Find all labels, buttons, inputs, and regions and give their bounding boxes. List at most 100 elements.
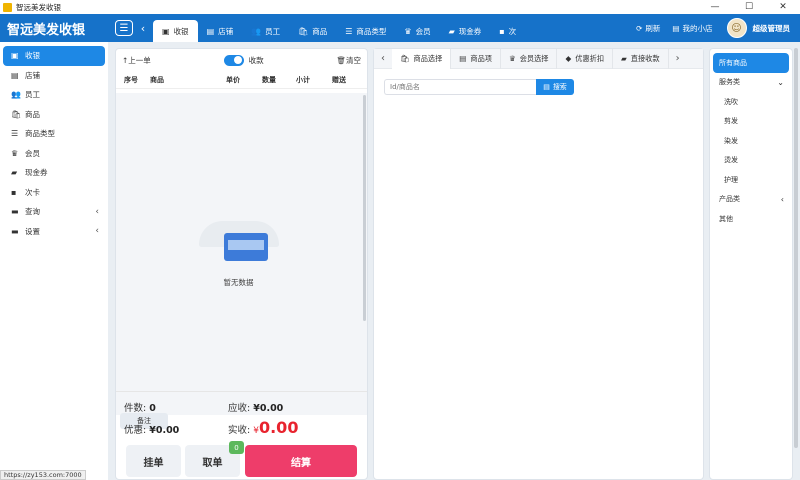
- actual-label: 实收:: [228, 425, 251, 436]
- category-label: 服务类: [719, 78, 740, 87]
- sidebar-item-label: 商品类型: [25, 129, 55, 139]
- hamburger-icon: ☰: [119, 22, 129, 34]
- category-all[interactable]: 所有商品: [713, 53, 789, 73]
- sidebar-item-label: 次卡: [25, 187, 40, 197]
- minimize-button[interactable]: —: [698, 2, 732, 12]
- user-name[interactable]: 超级管理员: [753, 23, 791, 34]
- prev-order-button[interactable]: ↑上一单: [122, 55, 151, 66]
- sidebar-item-label: 商品: [25, 109, 40, 119]
- sidebar-item-staff[interactable]: 👥 员工: [3, 85, 105, 105]
- picker-tabs: ‹ 🛍 商品选择 ▤ 商品项 ♛ 会员选择 ◆ 优惠折扣 ▰ 直接收款 ›: [374, 48, 703, 69]
- sidebar-item-cashier[interactable]: ▣ 收银: [3, 46, 105, 66]
- tab-product-types[interactable]: ☰ 商品类型: [336, 20, 395, 42]
- tab-label: 员工: [265, 26, 281, 36]
- category-label: 产品类: [719, 195, 740, 204]
- close-button[interactable]: ✕: [766, 2, 800, 12]
- tab-store[interactable]: ▤ 店铺: [198, 20, 243, 42]
- ticket-icon: ▰: [621, 54, 627, 63]
- category-group-services[interactable]: 服务类 ⌄: [710, 73, 792, 93]
- prev-order-label: 上一单: [128, 55, 151, 65]
- count-label: 件数:: [124, 403, 147, 414]
- sidebar-item-label: 收银: [25, 51, 40, 61]
- cart-scrollbar[interactable]: [363, 95, 366, 321]
- sidebar-item-products[interactable]: 🛍 商品: [3, 105, 105, 125]
- tab-product-select[interactable]: 🛍 商品选择: [392, 48, 452, 69]
- tag-icon: ◆: [565, 54, 572, 63]
- tab-cashier[interactable]: ▣ 收银: [153, 20, 198, 42]
- tab-staff[interactable]: 👥 员工: [242, 20, 289, 42]
- col-subtotal: 小计: [296, 75, 310, 84]
- category-cut[interactable]: 剪发: [710, 112, 792, 132]
- sidebar-item-coupons[interactable]: ▰ 现金券: [3, 163, 105, 183]
- category-other[interactable]: 其他: [710, 209, 792, 229]
- retrieve-count-badge: 0: [229, 441, 244, 454]
- menu-toggle-button[interactable]: ☰: [115, 20, 133, 36]
- sidebar-item-times-card[interactable]: ▪ 次卡: [3, 183, 105, 203]
- clear-button[interactable]: 🗑 清空: [336, 55, 361, 66]
- refresh-button[interactable]: ⟳ 刷新: [636, 23, 660, 34]
- cart-panel: ↑上一单 收款 🗑 清空 序号 商品 单价 数量 小计 赠送 暂无数据 备注 件数…: [115, 48, 368, 480]
- empty-state: 暂无数据: [116, 213, 361, 288]
- app-icon: [3, 2, 12, 12]
- sidebar: ▣ 收银 ▤ 店铺 👥 员工 🛍 商品 ☰ 商品类型 ♛ 会员 ▰ 现金券 ▪ 次卡 ▬ 查询 ‹ …: [0, 42, 108, 480]
- sidebar-item-store[interactable]: ▤ 店铺: [3, 66, 105, 86]
- tab-direct-payment[interactable]: ▰ 直接收款: [613, 48, 669, 69]
- avatar[interactable]: ☺: [726, 18, 747, 38]
- settings-icon: ▬: [11, 226, 19, 236]
- refresh-label: 刷新: [645, 23, 661, 33]
- tab-members[interactable]: ♛ 会员: [395, 20, 439, 42]
- search-button[interactable]: ▤ 搜索: [536, 79, 574, 95]
- ticket-icon: ▰: [448, 26, 455, 36]
- empty-box-icon: [189, 213, 289, 269]
- tab-product-items[interactable]: ▤ 商品项: [451, 48, 501, 69]
- checkout-button[interactable]: 结算: [245, 445, 357, 477]
- col-price: 单价: [226, 75, 240, 84]
- card-icon: ▪: [499, 26, 505, 36]
- tab-products[interactable]: 🛍 商品: [289, 20, 336, 42]
- refresh-icon: ⟳: [636, 23, 643, 33]
- sidebar-item-members[interactable]: ♛ 会员: [3, 144, 105, 164]
- status-url: https://zy153.com:7000: [0, 470, 86, 480]
- staff-icon: 👥: [11, 90, 21, 100]
- category-perm[interactable]: 烫发: [710, 151, 792, 171]
- store-icon: ▤: [206, 26, 215, 36]
- tab-discount[interactable]: ◆ 优惠折扣: [557, 48, 614, 69]
- sidebar-item-query[interactable]: ▬ 查询 ‹: [3, 202, 105, 222]
- sidebar-item-product-types[interactable]: ☰ 商品类型: [3, 124, 105, 144]
- search-input[interactable]: [384, 79, 536, 95]
- category-dye[interactable]: 染发: [710, 131, 792, 151]
- card-icon: ▪: [11, 187, 17, 197]
- query-icon: ▬: [11, 207, 19, 217]
- crown-icon: ♛: [404, 26, 412, 36]
- maximize-button[interactable]: ☐: [732, 2, 766, 12]
- page-scrollbar[interactable]: [794, 48, 798, 448]
- store-icon: ▤: [11, 70, 19, 80]
- category-group-products[interactable]: 产品类 ‹: [710, 190, 792, 210]
- bag-icon: 🛍: [11, 109, 22, 119]
- tab-coupons[interactable]: ▰ 现金券: [440, 20, 491, 42]
- hold-order-button[interactable]: 挂单: [126, 445, 181, 477]
- chevron-left-icon[interactable]: ‹: [374, 53, 392, 64]
- cashier-icon: ▣: [162, 26, 170, 36]
- tab-label: 商品: [312, 26, 328, 36]
- sidebar-item-label: 设置: [25, 226, 40, 236]
- tab-label: 店铺: [218, 26, 234, 36]
- chevron-right-icon[interactable]: ›: [669, 53, 687, 64]
- window-titlebar: 智远美发收银 — ☐ ✕: [0, 0, 800, 14]
- my-store-button[interactable]: ▤ 我的小店: [672, 23, 712, 34]
- payment-toggle[interactable]: [223, 54, 244, 66]
- chevron-down-icon: ⌄: [777, 77, 784, 87]
- category-wash[interactable]: 洗吹: [710, 92, 792, 112]
- sidebar-item-label: 查询: [25, 207, 40, 217]
- category-care[interactable]: 护理: [710, 170, 792, 190]
- tabs-scroll-left-icon[interactable]: ‹: [133, 22, 153, 35]
- actual-row: 实收: ¥0.00: [228, 418, 298, 437]
- list-icon: ☰: [345, 26, 353, 36]
- chevron-left-icon: ‹: [95, 226, 99, 237]
- tab-times-card[interactable]: ▪ 次: [490, 20, 525, 42]
- clear-label: 清空: [345, 55, 361, 65]
- tab-member-select[interactable]: ♛ 会员选择: [501, 48, 558, 69]
- sidebar-item-settings[interactable]: ▬ 设置 ‹: [3, 222, 105, 242]
- bag-icon: 🛍: [400, 54, 410, 63]
- tab-label: 收银: [173, 26, 189, 36]
